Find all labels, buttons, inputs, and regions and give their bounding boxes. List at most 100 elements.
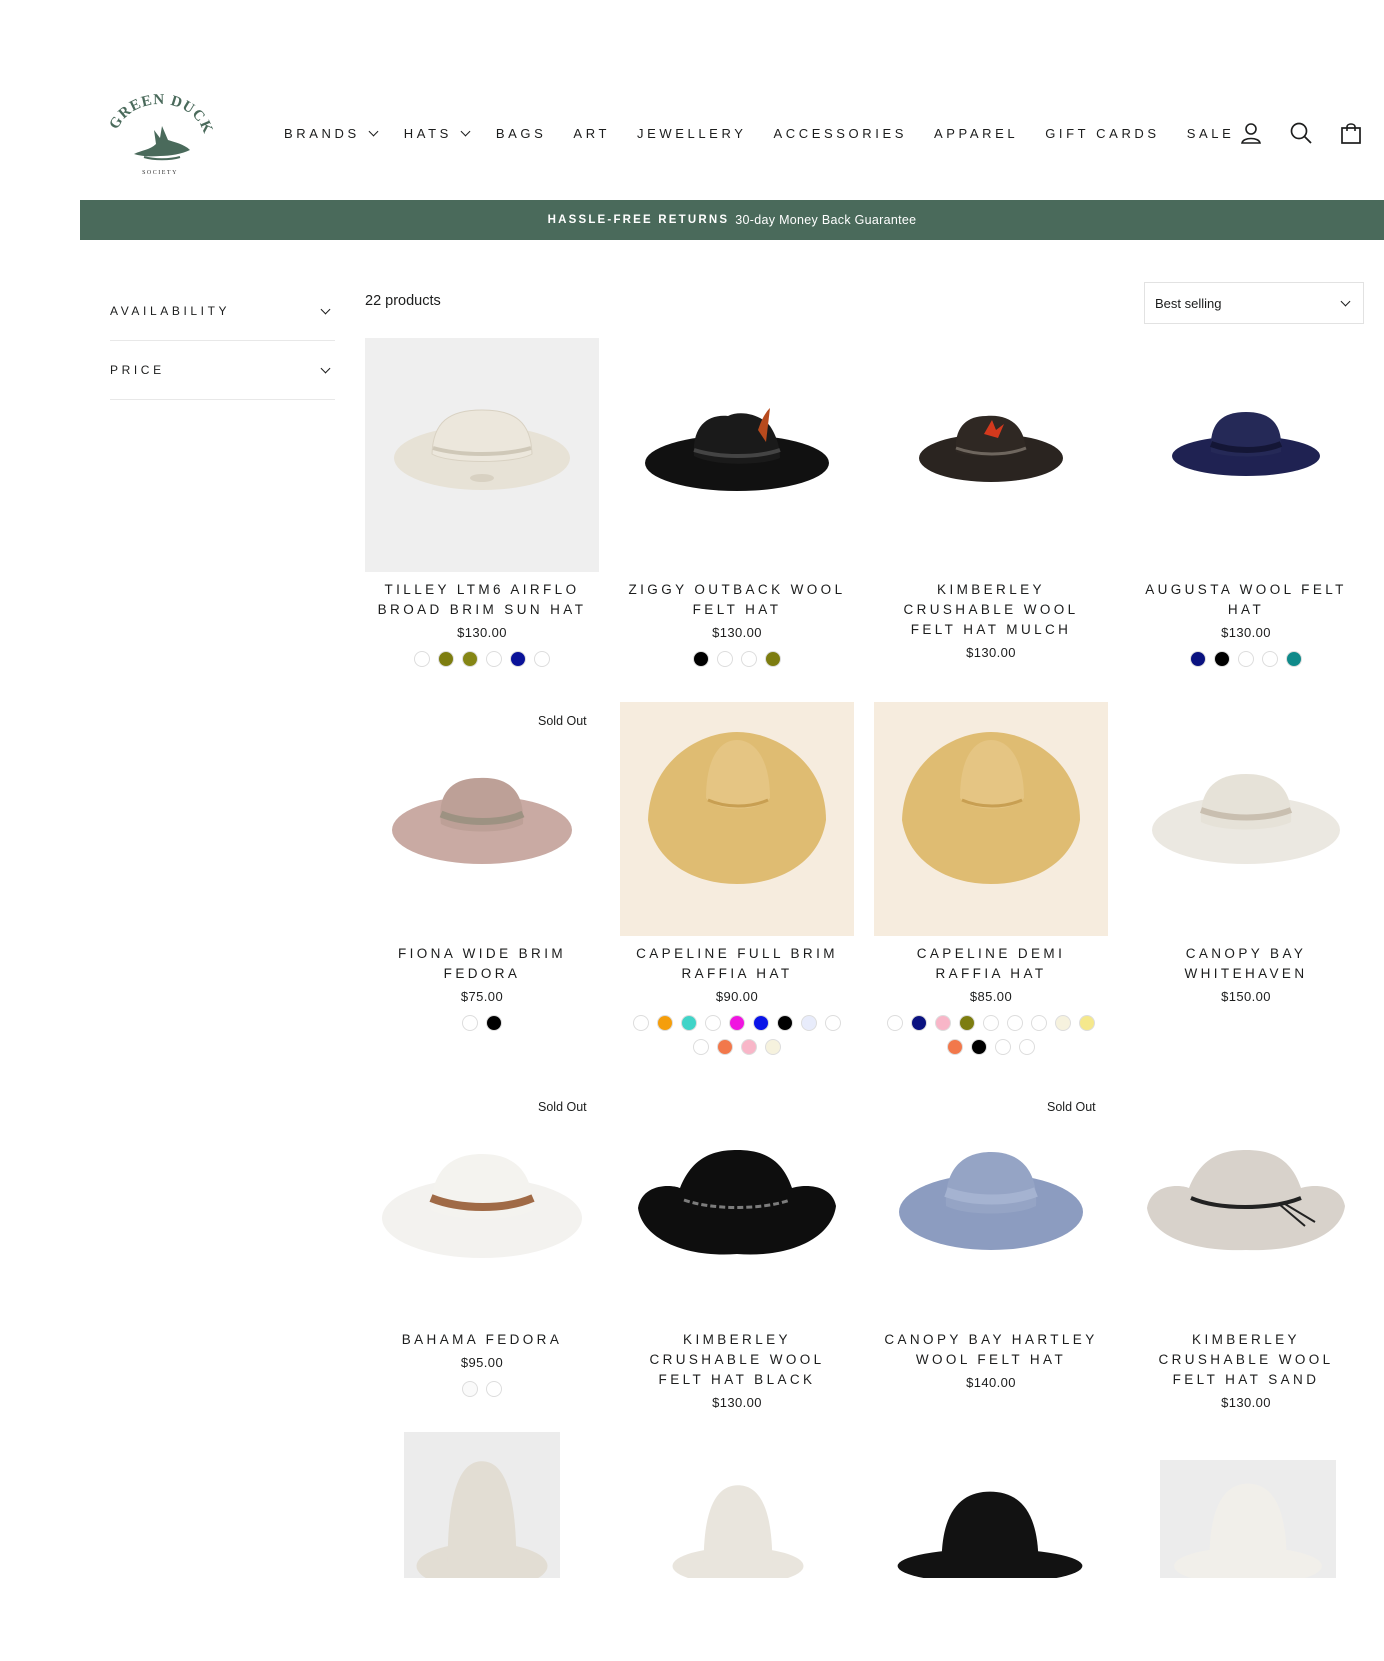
product-card[interactable]: FIONA WIDE BRIM FEDORA $75.00 (365, 702, 599, 1031)
color-swatch[interactable] (741, 651, 757, 667)
product-title[interactable]: CAPELINE FULL BRIM RAFFIA HAT (620, 944, 854, 984)
color-swatch[interactable] (534, 651, 550, 667)
color-swatch[interactable] (947, 1039, 963, 1055)
color-swatch[interactable] (438, 651, 454, 667)
color-swatch[interactable] (462, 1381, 478, 1397)
color-swatch[interactable] (693, 1039, 709, 1055)
product-image[interactable] (660, 1462, 816, 1578)
color-swatch[interactable] (765, 1039, 781, 1055)
product-image[interactable] (1129, 702, 1363, 936)
color-swatch[interactable] (1286, 651, 1302, 667)
search-icon[interactable] (1290, 122, 1312, 144)
filter-availability[interactable]: AVAILABILITY (110, 282, 335, 341)
product-title[interactable]: TILLEY LTM6 AIRFLO BROAD BRIM SUN HAT (365, 580, 599, 620)
color-swatch[interactable] (935, 1015, 951, 1031)
nav-item-accessories[interactable]: ACCESSORIES (773, 126, 907, 141)
color-swatch[interactable] (693, 651, 709, 667)
product-title[interactable]: KIMBERLEY CRUSHABLE WOOL FELT HAT SAND (1129, 1330, 1363, 1390)
product-card[interactable]: CAPELINE DEMI RAFFIA HAT $85.00 (874, 702, 1108, 1055)
color-swatch[interactable] (705, 1015, 721, 1031)
product-title[interactable]: AUGUSTA WOOL FELT HAT (1129, 580, 1363, 620)
color-swatch[interactable] (765, 651, 781, 667)
product-card[interactable]: BAHAMA FEDORA $95.00 (365, 1088, 599, 1397)
product-image[interactable] (620, 1088, 854, 1322)
product-image[interactable] (365, 338, 599, 572)
nav-item-brands[interactable]: BRANDS (284, 126, 379, 141)
color-swatch[interactable] (681, 1015, 697, 1031)
color-swatch[interactable] (1019, 1039, 1035, 1055)
color-swatch[interactable] (462, 1015, 478, 1031)
brand-logo[interactable]: GREEN DUCK SOCIETY (104, 92, 214, 180)
color-swatch[interactable] (741, 1039, 757, 1055)
color-swatch[interactable] (486, 651, 502, 667)
product-card[interactable]: KIMBERLEY CRUSHABLE WOOL FELT HAT MULCH $… (874, 338, 1108, 660)
color-swatch[interactable] (887, 1015, 903, 1031)
nav-item-bags[interactable]: BAGS (496, 126, 547, 141)
product-title[interactable]: ZIGGY OUTBACK WOOL FELT HAT (620, 580, 854, 620)
cart-icon[interactable] (1340, 122, 1362, 144)
color-swatch[interactable] (1190, 651, 1206, 667)
product-title[interactable]: BAHAMA FEDORA (365, 1330, 599, 1350)
color-swatch[interactable] (1007, 1015, 1023, 1031)
color-swatch[interactable] (729, 1015, 745, 1031)
color-swatch[interactable] (633, 1015, 649, 1031)
color-swatch[interactable] (1079, 1015, 1095, 1031)
color-swatch[interactable] (983, 1015, 999, 1031)
product-title[interactable]: FIONA WIDE BRIM FEDORA (365, 944, 599, 984)
color-swatch[interactable] (753, 1015, 769, 1031)
product-image[interactable] (874, 1088, 1108, 1322)
product-image[interactable] (874, 338, 1108, 572)
color-swatch[interactable] (717, 1039, 733, 1055)
product-image[interactable] (1160, 1460, 1336, 1578)
sort-select[interactable]: Best selling (1144, 282, 1364, 324)
color-swatch[interactable] (510, 651, 526, 667)
product-image[interactable] (880, 1470, 1100, 1578)
nav-item-art[interactable]: ART (573, 126, 610, 141)
product-card[interactable]: CAPELINE FULL BRIM RAFFIA HAT $90.00 (620, 702, 854, 1055)
account-icon[interactable] (1240, 122, 1262, 144)
color-swatch[interactable] (414, 651, 430, 667)
product-image[interactable] (404, 1432, 560, 1578)
product-image[interactable] (620, 702, 854, 936)
color-swatch[interactable] (657, 1015, 673, 1031)
product-image[interactable] (874, 702, 1108, 936)
color-swatch[interactable] (825, 1015, 841, 1031)
color-swatch[interactable] (801, 1015, 817, 1031)
color-swatch[interactable] (486, 1381, 502, 1397)
color-swatch[interactable] (486, 1015, 502, 1031)
product-card[interactable]: KIMBERLEY CRUSHABLE WOOL FELT HAT SAND $1… (1129, 1088, 1363, 1410)
product-card[interactable]: KIMBERLEY CRUSHABLE WOOL FELT HAT BLACK $… (620, 1088, 854, 1410)
color-swatch[interactable] (911, 1015, 927, 1031)
color-swatch[interactable] (1262, 651, 1278, 667)
color-swatch[interactable] (717, 651, 733, 667)
product-image[interactable] (620, 338, 854, 572)
color-swatch[interactable] (1238, 651, 1254, 667)
color-swatch[interactable] (995, 1039, 1011, 1055)
product-card[interactable]: ZIGGY OUTBACK WOOL FELT HAT $130.00 (620, 338, 854, 667)
color-swatch[interactable] (777, 1015, 793, 1031)
color-swatch[interactable] (1055, 1015, 1071, 1031)
nav-item-sale[interactable]: SALE (1187, 126, 1235, 141)
color-swatch[interactable] (462, 651, 478, 667)
color-swatch[interactable] (1214, 651, 1230, 667)
product-card[interactable]: AUGUSTA WOOL FELT HAT $130.00 (1129, 338, 1363, 667)
product-card[interactable]: CANOPY BAY WHITEHAVEN $150.00 (1129, 702, 1363, 1004)
product-image[interactable] (1129, 338, 1363, 572)
product-card[interactable]: CANOPY BAY HARTLEY WOOL FELT HAT $140.00 (874, 1088, 1108, 1390)
product-image[interactable] (1129, 1088, 1363, 1322)
product-image[interactable] (365, 702, 599, 936)
product-title[interactable]: KIMBERLEY CRUSHABLE WOOL FELT HAT BLACK (620, 1330, 854, 1390)
product-title[interactable]: KIMBERLEY CRUSHABLE WOOL FELT HAT MULCH (874, 580, 1108, 640)
product-title[interactable]: CANOPY BAY HARTLEY WOOL FELT HAT (874, 1330, 1108, 1370)
nav-item-apparel[interactable]: APPAREL (934, 126, 1018, 141)
color-swatch[interactable] (959, 1015, 975, 1031)
nav-item-hats[interactable]: HATS (404, 126, 471, 141)
product-title[interactable]: CAPELINE DEMI RAFFIA HAT (874, 944, 1108, 984)
product-title[interactable]: CANOPY BAY WHITEHAVEN (1129, 944, 1363, 984)
nav-item-gift-cards[interactable]: GIFT CARDS (1045, 126, 1160, 141)
color-swatch[interactable] (971, 1039, 987, 1055)
nav-item-jewellery[interactable]: JEWELLERY (637, 126, 746, 141)
product-card[interactable]: TILLEY LTM6 AIRFLO BROAD BRIM SUN HAT $13… (365, 338, 599, 667)
filter-price[interactable]: PRICE (110, 341, 335, 400)
announcement-bar[interactable]: HASSLE-FREE RETURNS 30-day Money Back Gu… (80, 200, 1384, 240)
